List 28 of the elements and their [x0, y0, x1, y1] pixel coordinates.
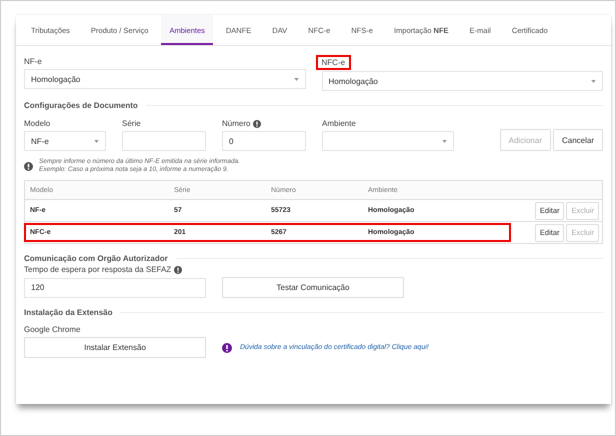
caret-icon	[294, 78, 298, 80]
field-label: NF-e	[24, 57, 42, 66]
select-field[interactable]: NF-e	[24, 131, 106, 151]
input-field[interactable]: 120	[24, 278, 206, 298]
caret-icon	[94, 140, 99, 142]
field-label: Número	[222, 119, 250, 128]
section-title: Comunicação com Orgão Autorizador	[24, 254, 168, 263]
info-icon	[174, 266, 182, 274]
test-button[interactable]: Testar Comunicação	[222, 277, 404, 298]
info-icon	[222, 342, 232, 352]
field-label: Ambiente	[322, 119, 356, 128]
field-label: Tempo de espera por resposta da SEFAZ	[24, 265, 172, 274]
environment-select[interactable]: Homologação	[24, 69, 306, 89]
field-label: Modelo	[24, 119, 50, 128]
input-field[interactable]	[122, 131, 206, 151]
caret-icon	[591, 80, 596, 82]
section-title: Instalação da Extensão	[24, 308, 112, 317]
input-field[interactable]: 0	[222, 131, 306, 151]
info-icon	[24, 162, 33, 170]
select-field[interactable]	[322, 131, 454, 151]
field-label: Série	[122, 119, 141, 128]
caret-icon	[442, 140, 447, 142]
form-button[interactable]: Cancelar	[552, 129, 603, 151]
section-title: Configurações de Documento	[24, 101, 138, 110]
field-label: NFC-e	[318, 57, 350, 68]
environment-select[interactable]: Homologação	[322, 71, 603, 91]
install-button[interactable]: Instalar Extensão	[24, 337, 206, 358]
field-label: Google Chrome	[24, 325, 80, 334]
